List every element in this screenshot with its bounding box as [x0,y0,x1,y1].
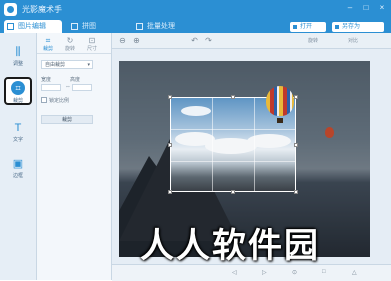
subtab-resize[interactable]: ⊡ 尺寸 [83,35,101,52]
sidebar-item-label: 裁剪 [12,98,23,104]
undo-icon[interactable]: ↶ [190,36,199,45]
adjust-icon: ⫼ [15,46,21,58]
fit-icon[interactable]: ⊙ [292,269,297,276]
lock-ratio-label: 锁定比例 [49,98,70,104]
bottom-toolbar: ◁ ▷ ⊙ □ △ [112,264,391,281]
crop-handle-top-left[interactable] [168,95,172,99]
balloon-small [325,127,334,138]
edit-icon [7,23,14,30]
title-bar: 光影魔术手 – □ × [0,0,391,19]
redo-icon[interactable]: ↷ [204,36,213,45]
link-icon[interactable]: ⇔ [65,84,71,90]
prev-icon[interactable]: ◁ [232,269,237,276]
maximize-button[interactable]: □ [361,3,371,13]
sidebar-item-label: 文字 [12,137,23,143]
close-button[interactable]: × [377,3,387,13]
tab-batch[interactable]: 批量处理 [133,20,195,33]
batch-icon [136,23,143,30]
zoom-out-icon[interactable]: ⊖ [118,36,127,45]
width-input[interactable] [41,84,61,91]
app-window: 光影魔术手 – □ × 图片编辑 拼图 批量处理 打开 另存为 ⫼ 调整 ⌗ 裁… [0,0,391,281]
chevron-down-icon: ▾ [87,62,90,68]
ratio-select-value: 自由裁剪 [45,62,66,68]
crop-handle-left[interactable] [168,143,172,147]
crop-grid-line [170,161,296,162]
apply-crop-button[interactable]: 裁剪 [41,115,93,124]
subtab-rotate[interactable]: ↻ 旋转 [61,35,79,52]
crop-handle-bottom-right[interactable] [294,190,298,194]
resize-icon: ⊡ [88,36,96,45]
tab-label: 拼图 [82,23,96,30]
sidebar-item-text[interactable]: T 文字 [4,119,32,147]
rotate-tool-label[interactable]: 旋转 [308,37,318,44]
crop-icon: ⌗ [45,36,51,45]
frame-icon: ▣ [12,158,24,170]
panel-subtabs: ⌗ 裁剪 ↻ 旋转 ⊡ 尺寸 [37,33,111,54]
crop-grid-line [170,129,296,130]
open-button[interactable]: 打开 [290,22,326,32]
crop-grid-line [254,97,255,192]
sidebar-item-label: 调整 [12,61,23,67]
text-icon: T [14,122,22,134]
crop-handle-top[interactable] [231,95,235,99]
save-as-button[interactable]: 另存为 [332,22,384,32]
sidebar-item-label: 边框 [12,173,23,179]
crop-handle-top-right[interactable] [294,95,298,99]
tab-image-edit[interactable]: 图片编辑 [4,20,62,33]
actual-size-icon[interactable]: □ [322,269,326,275]
compare-tool-label[interactable]: 对比 [348,37,358,44]
rotate-icon: ↻ [66,36,74,45]
info-icon[interactable]: △ [352,269,357,276]
width-label: 宽度 [41,77,52,83]
zoom-in-icon[interactable]: ⊕ [132,36,141,45]
collage-icon [71,23,78,30]
main-tab-bar: 图片编辑 拼图 批量处理 打开 另存为 [0,19,391,33]
crop-panel: ⌗ 裁剪 ↻ 旋转 ⊡ 尺寸 自由裁剪 ▾ 宽度 高度 ⇔ 锁定比例 裁剪 [37,33,112,280]
subtab-label: 尺寸 [86,46,97,52]
subtab-label: 裁剪 [42,46,53,52]
tab-label: 批量处理 [147,23,175,30]
window-controls: – □ × [345,3,387,13]
tab-collage[interactable]: 拼图 [68,20,128,33]
crop-handle-bottom-left[interactable] [168,190,172,194]
next-icon[interactable]: ▷ [262,269,267,276]
crop-icon: ⌗ [11,81,25,95]
left-sidebar: ⫼ 调整 ⌗ 裁剪 T 文字 ▣ 边框 [0,33,37,280]
height-label: 高度 [70,77,81,83]
app-title: 光影魔术手 [22,5,62,14]
crop-handle-bottom[interactable] [231,190,235,194]
sidebar-item-frame[interactable]: ▣ 边框 [4,155,32,183]
crop-handle-right[interactable] [294,143,298,147]
ratio-select[interactable]: 自由裁剪 ▾ [41,60,93,69]
crop-grid-line [212,97,213,192]
hot-air-balloon [266,86,294,116]
tab-label: 图片编辑 [18,23,46,30]
image-toolbar: ⊖ ⊕ ↶ ↷ 旋转 对比 [112,33,391,49]
subtab-crop[interactable]: ⌗ 裁剪 [39,35,57,52]
height-input[interactable] [72,84,92,91]
sidebar-item-crop[interactable]: ⌗ 裁剪 [4,77,32,105]
subtab-label: 旋转 [64,46,75,52]
balloon-basket [277,118,283,123]
minimize-button[interactable]: – [345,3,355,13]
watermark-text: 人人软件园 [140,226,320,266]
sidebar-item-adjust[interactable]: ⫼ 调整 [4,43,32,71]
app-logo-icon [4,3,17,16]
lock-ratio-checkbox[interactable] [41,97,47,103]
cloud-shape [181,106,211,116]
